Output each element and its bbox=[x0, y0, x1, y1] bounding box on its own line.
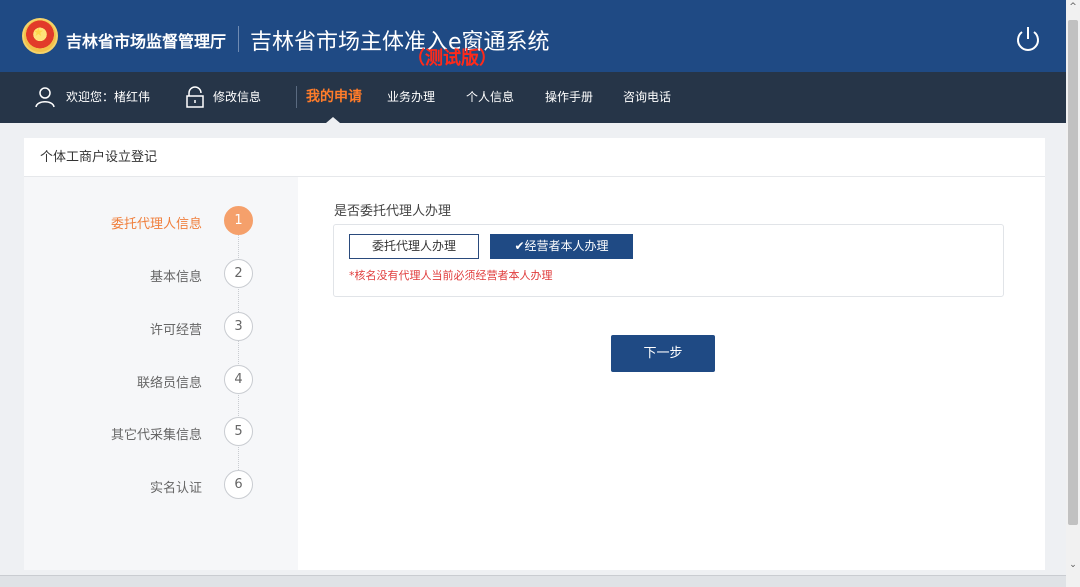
scroll-up-arrow[interactable]: ^ bbox=[1068, 2, 1078, 16]
header-divider bbox=[238, 26, 239, 52]
step-label: 许可经营 bbox=[149, 323, 202, 338]
main-nav: 欢迎您：楮红伟 修改信息 我的申请 业务办理 个人信息 操作手册 咨询电话 bbox=[0, 72, 1066, 123]
test-version-label: （测试版） bbox=[407, 48, 497, 69]
step-number: 5 bbox=[224, 417, 253, 446]
app-header: ★ 吉林省市场监督管理厅 吉林省市场主体准入e窗通系统 （测试版） bbox=[0, 0, 1066, 72]
step-label: 其它代采集信息 bbox=[110, 428, 202, 443]
agent-option-button[interactable]: 委托代理人办理 bbox=[349, 234, 479, 259]
step-sidebar: 委托代理人信息 1 基本信息 2 许可经营 3 联络员信息 4 其它代采集信息 … bbox=[24, 177, 298, 570]
step-3[interactable]: 许可经营 3 bbox=[24, 309, 298, 349]
step-number: 3 bbox=[224, 312, 253, 341]
next-step-button[interactable]: 下一步 bbox=[611, 335, 715, 372]
active-nav-caret bbox=[326, 117, 340, 123]
nav-manual[interactable]: 操作手册 bbox=[545, 72, 593, 123]
bottom-strip bbox=[0, 575, 1066, 587]
national-emblem-icon: ★ bbox=[22, 18, 58, 54]
welcome-user: 欢迎您：楮红伟 bbox=[66, 90, 151, 104]
step-6[interactable]: 实名认证 6 bbox=[24, 467, 298, 507]
agent-hint: *核名没有代理人当前必须经营者本人办理 bbox=[349, 269, 553, 282]
agency-name: 吉林省市场监督管理厅 bbox=[66, 32, 227, 51]
step-number: 1 bbox=[224, 206, 253, 235]
nav-personal-info[interactable]: 个人信息 bbox=[466, 72, 514, 123]
panel-title: 个体工商户设立登记 bbox=[24, 138, 1045, 177]
unlock-icon bbox=[186, 86, 204, 108]
step-number: 2 bbox=[224, 259, 253, 288]
user-icon bbox=[35, 87, 55, 108]
registration-panel: 个体工商户设立登记 委托代理人信息 1 基本信息 2 许可经营 3 联络员信息 … bbox=[24, 138, 1045, 570]
step-2[interactable]: 基本信息 2 bbox=[24, 256, 298, 296]
step-label: 基本信息 bbox=[149, 270, 202, 285]
step-1[interactable]: 委托代理人信息 1 bbox=[24, 203, 298, 243]
step-label: 实名认证 bbox=[149, 481, 202, 496]
nav-divider bbox=[296, 86, 297, 108]
system-title: 吉林省市场主体准入e窗通系统 bbox=[250, 30, 550, 55]
step-number: 4 bbox=[224, 365, 253, 394]
edit-info-link[interactable]: 修改信息 bbox=[213, 72, 261, 123]
nav-hotline[interactable]: 咨询电话 bbox=[623, 72, 671, 123]
step-number: 6 bbox=[224, 470, 253, 499]
agent-choice-box: 委托代理人办理 ✔经营者本人办理 *核名没有代理人当前必须经营者本人办理 bbox=[333, 224, 1004, 297]
step-label: 委托代理人信息 bbox=[110, 217, 202, 232]
self-option-button[interactable]: ✔经营者本人办理 bbox=[490, 234, 633, 259]
power-logout-icon[interactable] bbox=[1013, 24, 1043, 54]
scroll-down-arrow[interactable]: ⌄ bbox=[1068, 560, 1078, 574]
nav-my-applications[interactable]: 我的申请 bbox=[306, 72, 362, 123]
scroll-thumb[interactable] bbox=[1068, 20, 1078, 525]
step-4[interactable]: 联络员信息 4 bbox=[24, 362, 298, 402]
step-label: 联络员信息 bbox=[136, 376, 202, 391]
agent-question: 是否委托代理人办理 bbox=[334, 204, 452, 219]
step-5[interactable]: 其它代采集信息 5 bbox=[24, 414, 298, 454]
nav-business[interactable]: 业务办理 bbox=[387, 72, 435, 123]
